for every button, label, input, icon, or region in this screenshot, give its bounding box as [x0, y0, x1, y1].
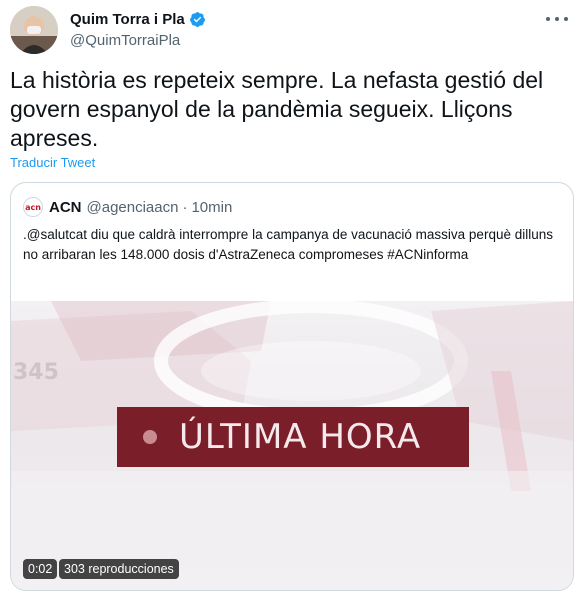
author-name[interactable]: Quim Torra i Pla	[70, 11, 185, 28]
quoted-tweet-text: .@salutcat diu que caldrà interrompre la…	[23, 227, 553, 262]
quoted-timestamp: 10min	[191, 198, 233, 216]
quoted-author-handle: @agenciaacn	[86, 198, 179, 216]
quoted-author-avatar: acn	[23, 197, 43, 217]
tweet-header: Quim Torra i Pla @QuimTorraiPla	[10, 6, 574, 56]
separator-dot: ·	[182, 198, 188, 216]
author-avatar[interactable]	[10, 6, 58, 54]
banner-dot	[143, 430, 157, 444]
video-duration: 0:02	[23, 559, 58, 579]
background-number: 345	[13, 360, 59, 385]
more-options-icon[interactable]	[546, 12, 568, 26]
quoted-tweet-header: acn ACN @agenciaacn · 10min	[23, 197, 232, 217]
author-handle[interactable]: @QuimTorraiPla	[70, 32, 180, 49]
tweet-text: La història es repeteix sempre. La nefas…	[10, 67, 544, 151]
breaking-news-label: ÚLTIMA HORA	[179, 417, 422, 457]
translate-tweet-link[interactable]: Traducir Tweet	[10, 155, 95, 170]
quoted-tweet[interactable]: acn ACN @agenciaacn · 10min .@salutcat d…	[10, 182, 574, 591]
quoted-author-name: ACN	[49, 198, 82, 216]
verified-badge-icon	[189, 12, 205, 27]
video-view-count: 303 reproducciones	[59, 559, 179, 579]
breaking-news-banner: ÚLTIMA HORA	[117, 407, 469, 467]
video-player[interactable]: 345 ÚLTIMA HORA 0:02 303 reproducciones	[11, 301, 573, 590]
